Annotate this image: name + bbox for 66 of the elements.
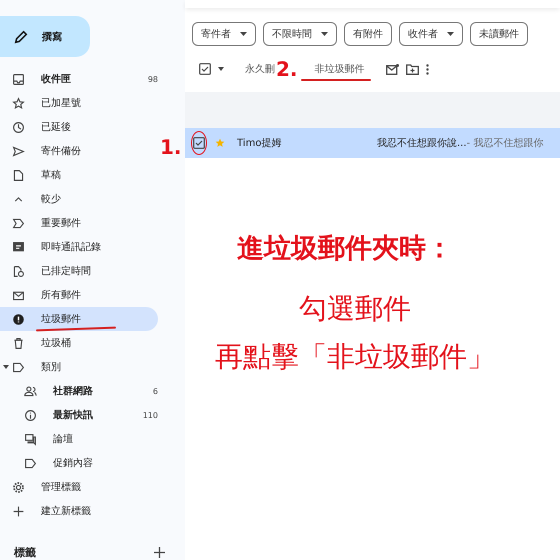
people-icon — [24, 384, 37, 398]
message-row[interactable]: Timo提姆 我忍不住想跟你說...- 我忍不住想跟你 — [185, 128, 560, 158]
folder-icon[interactable] — [406, 64, 419, 74]
clock-icon — [12, 120, 25, 134]
info-icon — [24, 408, 37, 422]
sidebar-item[interactable]: 收件匣 98 — [0, 67, 158, 91]
sidebar-item[interactable]: 論壇 — [0, 427, 158, 451]
sidebar-item[interactable]: 寄件備份 — [0, 139, 158, 163]
tag-icon — [24, 456, 37, 470]
mail-icon — [12, 288, 25, 302]
filter-chip[interactable]: 寄件者 — [192, 22, 256, 46]
sidebar-item[interactable]: 草稿 — [0, 163, 158, 187]
file-icon — [12, 168, 25, 182]
more-icon[interactable] — [426, 64, 429, 74]
star-icon — [12, 96, 25, 110]
forum-icon — [24, 432, 37, 446]
filter-chip[interactable]: 有附件 — [344, 22, 392, 46]
sidebar-item[interactable]: 類別 — [0, 355, 158, 379]
sidebar-item[interactable]: 促銷內容 — [0, 451, 158, 475]
caret-icon — [321, 32, 328, 36]
tag-icon — [12, 360, 25, 374]
sidebar-item[interactable]: 垃圾桶 — [0, 331, 158, 355]
sidebar-item[interactable]: 重要郵件 — [0, 211, 158, 235]
filter-chip[interactable]: 未讀郵件 — [470, 22, 528, 46]
sidebar-item[interactable]: 較少 — [0, 187, 158, 211]
pencil-icon — [14, 30, 28, 44]
sidebar-item[interactable]: 已延後 — [0, 115, 158, 139]
gear-icon — [12, 480, 25, 494]
step-number: 1. — [160, 135, 182, 159]
filter-chip[interactable]: 不限時間 — [263, 22, 337, 46]
trash-icon — [12, 336, 25, 350]
send-icon — [12, 144, 25, 158]
section-heading: 標籤 — [14, 545, 36, 560]
plus-icon — [12, 504, 25, 518]
message-snippet: - 我忍不住想跟你 — [466, 136, 544, 150]
annotation-text: 再點擊「非垃圾郵件」 — [215, 339, 495, 375]
sidebar-item[interactable]: 所有郵件 — [0, 283, 158, 307]
label-icon — [12, 216, 25, 230]
sidebar-item[interactable]: 管理標籤 — [0, 475, 158, 499]
sidebar-item[interactable]: 最新快訊 110 — [0, 403, 158, 427]
caret-icon — [240, 32, 247, 36]
inbox-icon — [12, 72, 25, 86]
delete-forever-button[interactable]: 永久刪 — [231, 62, 275, 76]
checkbox-icon[interactable] — [199, 63, 211, 75]
annotation-heading: 進垃圾郵件夾時： — [237, 232, 453, 266]
caret-icon[interactable] — [218, 67, 224, 71]
caret-icon — [447, 32, 454, 36]
filter-chip[interactable]: 收件者 — [399, 22, 463, 46]
star-icon[interactable] — [215, 138, 225, 148]
plus-icon[interactable] — [154, 547, 165, 558]
annotation-text: 勾選郵件 — [299, 291, 411, 327]
sidebar-item[interactable]: 垃圾郵件 — [0, 307, 158, 331]
message-subject: 我忍不住想跟你說... — [377, 136, 467, 150]
sidebar-item[interactable]: 即時通訊記錄 — [0, 235, 158, 259]
checkbox-icon[interactable] — [193, 137, 205, 149]
step-number: 2. — [276, 57, 298, 81]
not-spam-button[interactable]: 非垃圾郵件 — [304, 62, 365, 76]
compose-button[interactable]: 撰寫 — [0, 16, 90, 57]
sidebar-item[interactable]: 已加星號 — [0, 91, 158, 115]
sender-name: Timo提姆 — [237, 137, 282, 150]
underline-mark — [300, 79, 371, 81]
sidebar-item[interactable]: 已排定時間 — [0, 259, 158, 283]
sidebar-item[interactable]: 社群網路 6 — [0, 379, 158, 403]
sidebar-item[interactable]: 建立新標籤 — [0, 499, 158, 523]
mail-icon[interactable] — [386, 64, 399, 74]
chat-icon — [12, 240, 25, 254]
